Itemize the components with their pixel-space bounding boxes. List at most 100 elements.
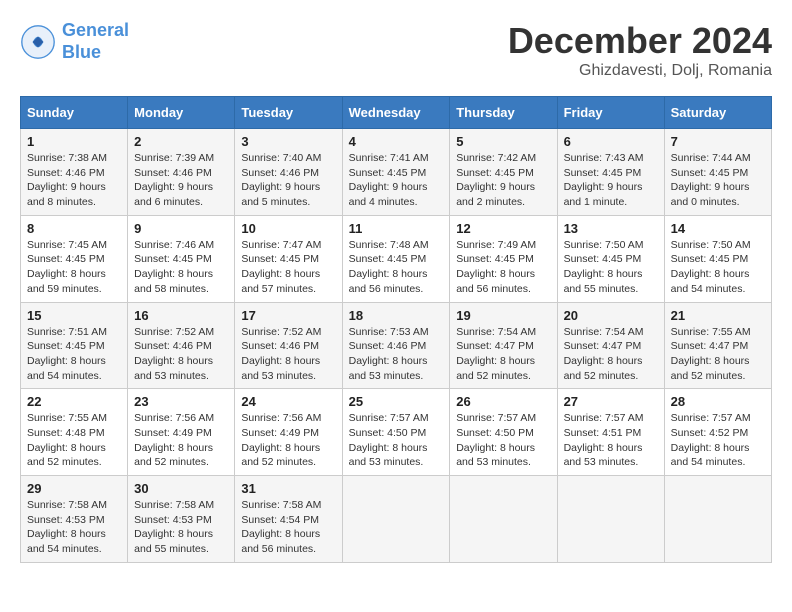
day-number: 14	[671, 221, 765, 236]
calendar-table: SundayMondayTuesdayWednesdayThursdayFrid…	[20, 96, 772, 563]
day-number: 22	[27, 394, 121, 409]
calendar-cell: 27 Sunrise: 7:57 AMSunset: 4:51 PMDaylig…	[557, 389, 664, 476]
calendar-cell: 21 Sunrise: 7:55 AMSunset: 4:47 PMDaylig…	[664, 302, 771, 389]
day-number: 31	[241, 481, 335, 496]
calendar-cell	[664, 476, 771, 563]
day-detail: Sunrise: 7:57 AMSunset: 4:50 PMDaylight:…	[456, 412, 536, 468]
week-row-4: 22 Sunrise: 7:55 AMSunset: 4:48 PMDaylig…	[21, 389, 772, 476]
day-number: 4	[349, 134, 444, 149]
calendar-cell: 25 Sunrise: 7:57 AMSunset: 4:50 PMDaylig…	[342, 389, 450, 476]
day-number: 6	[564, 134, 658, 149]
week-row-5: 29 Sunrise: 7:58 AMSunset: 4:53 PMDaylig…	[21, 476, 772, 563]
day-number: 27	[564, 394, 658, 409]
calendar-cell: 11 Sunrise: 7:48 AMSunset: 4:45 PMDaylig…	[342, 215, 450, 302]
day-number: 5	[456, 134, 550, 149]
day-number: 3	[241, 134, 335, 149]
month-title: December 2024	[508, 20, 772, 62]
day-detail: Sunrise: 7:54 AMSunset: 4:47 PMDaylight:…	[456, 326, 536, 382]
day-detail: Sunrise: 7:43 AMSunset: 4:45 PMDaylight:…	[564, 152, 644, 208]
day-header-thursday: Thursday	[450, 97, 557, 129]
day-number: 15	[27, 308, 121, 323]
day-number: 20	[564, 308, 658, 323]
day-number: 26	[456, 394, 550, 409]
day-number: 11	[349, 221, 444, 236]
calendar-cell: 2 Sunrise: 7:39 AMSunset: 4:46 PMDayligh…	[128, 129, 235, 216]
day-header-sunday: Sunday	[21, 97, 128, 129]
calendar-cell: 14 Sunrise: 7:50 AMSunset: 4:45 PMDaylig…	[664, 215, 771, 302]
title-section: December 2024 Ghizdavesti, Dolj, Romania	[508, 20, 772, 80]
day-detail: Sunrise: 7:55 AMSunset: 4:48 PMDaylight:…	[27, 412, 107, 468]
day-header-wednesday: Wednesday	[342, 97, 450, 129]
calendar-cell: 18 Sunrise: 7:53 AMSunset: 4:46 PMDaylig…	[342, 302, 450, 389]
day-detail: Sunrise: 7:57 AMSunset: 4:52 PMDaylight:…	[671, 412, 751, 468]
calendar-cell: 26 Sunrise: 7:57 AMSunset: 4:50 PMDaylig…	[450, 389, 557, 476]
day-detail: Sunrise: 7:42 AMSunset: 4:45 PMDaylight:…	[456, 152, 536, 208]
calendar-cell: 9 Sunrise: 7:46 AMSunset: 4:45 PMDayligh…	[128, 215, 235, 302]
week-row-2: 8 Sunrise: 7:45 AMSunset: 4:45 PMDayligh…	[21, 215, 772, 302]
logo-icon	[20, 24, 56, 60]
subtitle: Ghizdavesti, Dolj, Romania	[508, 62, 772, 80]
calendar-cell: 7 Sunrise: 7:44 AMSunset: 4:45 PMDayligh…	[664, 129, 771, 216]
day-detail: Sunrise: 7:46 AMSunset: 4:45 PMDaylight:…	[134, 239, 214, 295]
day-detail: Sunrise: 7:58 AMSunset: 4:54 PMDaylight:…	[241, 499, 321, 555]
day-header-monday: Monday	[128, 97, 235, 129]
calendar-cell: 1 Sunrise: 7:38 AMSunset: 4:46 PMDayligh…	[21, 129, 128, 216]
calendar-cell: 16 Sunrise: 7:52 AMSunset: 4:46 PMDaylig…	[128, 302, 235, 389]
calendar-cell: 23 Sunrise: 7:56 AMSunset: 4:49 PMDaylig…	[128, 389, 235, 476]
day-number: 1	[27, 134, 121, 149]
calendar-cell: 4 Sunrise: 7:41 AMSunset: 4:45 PMDayligh…	[342, 129, 450, 216]
calendar-cell: 28 Sunrise: 7:57 AMSunset: 4:52 PMDaylig…	[664, 389, 771, 476]
day-detail: Sunrise: 7:55 AMSunset: 4:47 PMDaylight:…	[671, 326, 751, 382]
day-detail: Sunrise: 7:49 AMSunset: 4:45 PMDaylight:…	[456, 239, 536, 295]
day-number: 21	[671, 308, 765, 323]
day-detail: Sunrise: 7:40 AMSunset: 4:46 PMDaylight:…	[241, 152, 321, 208]
header-row: SundayMondayTuesdayWednesdayThursdayFrid…	[21, 97, 772, 129]
day-header-saturday: Saturday	[664, 97, 771, 129]
calendar-cell: 6 Sunrise: 7:43 AMSunset: 4:45 PMDayligh…	[557, 129, 664, 216]
calendar-cell: 10 Sunrise: 7:47 AMSunset: 4:45 PMDaylig…	[235, 215, 342, 302]
day-number: 9	[134, 221, 228, 236]
day-number: 17	[241, 308, 335, 323]
calendar-cell: 12 Sunrise: 7:49 AMSunset: 4:45 PMDaylig…	[450, 215, 557, 302]
day-detail: Sunrise: 7:47 AMSunset: 4:45 PMDaylight:…	[241, 239, 321, 295]
calendar-cell: 15 Sunrise: 7:51 AMSunset: 4:45 PMDaylig…	[21, 302, 128, 389]
day-number: 12	[456, 221, 550, 236]
calendar-cell: 8 Sunrise: 7:45 AMSunset: 4:45 PMDayligh…	[21, 215, 128, 302]
calendar-cell: 24 Sunrise: 7:56 AMSunset: 4:49 PMDaylig…	[235, 389, 342, 476]
calendar-cell: 29 Sunrise: 7:58 AMSunset: 4:53 PMDaylig…	[21, 476, 128, 563]
calendar-cell: 30 Sunrise: 7:58 AMSunset: 4:53 PMDaylig…	[128, 476, 235, 563]
logo: General Blue	[20, 20, 129, 63]
day-number: 29	[27, 481, 121, 496]
calendar-cell	[450, 476, 557, 563]
week-row-3: 15 Sunrise: 7:51 AMSunset: 4:45 PMDaylig…	[21, 302, 772, 389]
day-detail: Sunrise: 7:45 AMSunset: 4:45 PMDaylight:…	[27, 239, 107, 295]
day-detail: Sunrise: 7:52 AMSunset: 4:46 PMDaylight:…	[241, 326, 321, 382]
day-number: 2	[134, 134, 228, 149]
day-number: 23	[134, 394, 228, 409]
day-detail: Sunrise: 7:58 AMSunset: 4:53 PMDaylight:…	[27, 499, 107, 555]
day-header-tuesday: Tuesday	[235, 97, 342, 129]
day-detail: Sunrise: 7:57 AMSunset: 4:50 PMDaylight:…	[349, 412, 429, 468]
day-number: 28	[671, 394, 765, 409]
day-number: 19	[456, 308, 550, 323]
day-number: 13	[564, 221, 658, 236]
week-row-1: 1 Sunrise: 7:38 AMSunset: 4:46 PMDayligh…	[21, 129, 772, 216]
day-detail: Sunrise: 7:41 AMSunset: 4:45 PMDaylight:…	[349, 152, 429, 208]
day-detail: Sunrise: 7:51 AMSunset: 4:45 PMDaylight:…	[27, 326, 107, 382]
day-detail: Sunrise: 7:57 AMSunset: 4:51 PMDaylight:…	[564, 412, 644, 468]
day-number: 30	[134, 481, 228, 496]
day-detail: Sunrise: 7:50 AMSunset: 4:45 PMDaylight:…	[564, 239, 644, 295]
day-number: 7	[671, 134, 765, 149]
logo-text: General Blue	[62, 20, 129, 63]
day-detail: Sunrise: 7:52 AMSunset: 4:46 PMDaylight:…	[134, 326, 214, 382]
day-detail: Sunrise: 7:39 AMSunset: 4:46 PMDaylight:…	[134, 152, 214, 208]
calendar-cell: 19 Sunrise: 7:54 AMSunset: 4:47 PMDaylig…	[450, 302, 557, 389]
calendar-cell: 22 Sunrise: 7:55 AMSunset: 4:48 PMDaylig…	[21, 389, 128, 476]
calendar-cell: 13 Sunrise: 7:50 AMSunset: 4:45 PMDaylig…	[557, 215, 664, 302]
header: General Blue December 2024 Ghizdavesti, …	[20, 20, 772, 80]
day-detail: Sunrise: 7:53 AMSunset: 4:46 PMDaylight:…	[349, 326, 429, 382]
day-detail: Sunrise: 7:54 AMSunset: 4:47 PMDaylight:…	[564, 326, 644, 382]
day-detail: Sunrise: 7:38 AMSunset: 4:46 PMDaylight:…	[27, 152, 107, 208]
day-detail: Sunrise: 7:48 AMSunset: 4:45 PMDaylight:…	[349, 239, 429, 295]
calendar-cell: 20 Sunrise: 7:54 AMSunset: 4:47 PMDaylig…	[557, 302, 664, 389]
